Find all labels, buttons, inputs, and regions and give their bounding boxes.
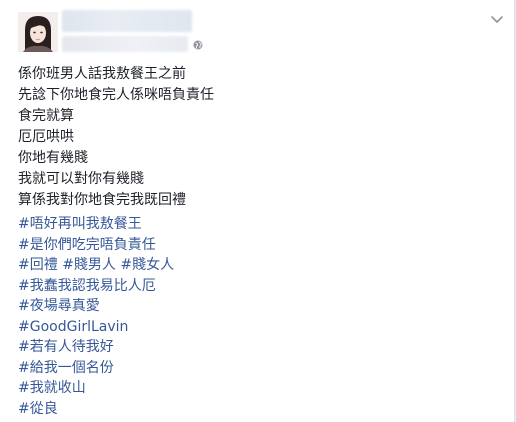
author-name-redacted (62, 10, 192, 32)
hashtag-link[interactable]: #GoodGirlLavin (18, 319, 128, 335)
globe-icon[interactable] (193, 40, 203, 50)
post-card: 係你班男人話我敖餐王之前 先諗下你地食完人係咪唔負責任 食完就算 厄厄哄哄 你地… (0, 0, 515, 422)
hashtag-line: #給我一個名份 (18, 358, 498, 379)
post-text-line: 係你班男人話我敖餐王之前 (18, 66, 186, 82)
hashtag-list: #唔好再叫我敖餐王 #是你們吃完唔負責任 #回禮 #賤男人 #賤女人 #我蠢我認… (18, 214, 498, 419)
hashtag-line: #我蠢我認我易比人厄 (18, 276, 498, 297)
post-text-line: 食完就算 (18, 108, 74, 124)
hashtag-link[interactable]: #是你們吃完唔負責任 (18, 237, 156, 253)
hashtag-line: #GoodGirlLavin (18, 317, 498, 338)
post-text-line: 厄厄哄哄 (18, 129, 74, 145)
post-body: 係你班男人話我敖餐王之前 先諗下你地食完人係咪唔負責任 食完就算 厄厄哄哄 你地… (18, 64, 498, 419)
hashtag-link[interactable]: #我就收山 (18, 380, 86, 396)
post-text-line: 我就可以對你有幾賤 (18, 171, 144, 187)
hashtag-line: #從良 (18, 399, 498, 420)
post-timestamp-redacted (62, 36, 188, 52)
hashtag-line: #唔好再叫我敖餐王 (18, 214, 498, 235)
chevron-down-icon[interactable] (491, 16, 503, 24)
hashtag-link[interactable]: #賤女人 (120, 257, 174, 273)
hashtag-link[interactable]: #夜場尋真愛 (18, 298, 100, 314)
avatar-image (18, 12, 58, 52)
hashtag-line: #夜場尋真愛 (18, 296, 498, 317)
hashtag-link[interactable]: #給我一個名份 (18, 360, 114, 376)
hashtag-link[interactable]: #回禮 (18, 257, 58, 273)
hashtag-line: #若有人待我好 (18, 337, 498, 358)
hashtag-link[interactable]: #從良 (18, 401, 58, 417)
post-text-line: 你地有幾賤 (18, 150, 88, 166)
hashtag-link[interactable]: #唔好再叫我敖餐王 (18, 216, 142, 232)
hashtag-link[interactable]: #賤男人 (62, 257, 116, 273)
hashtag-line: #回禮 #賤男人 #賤女人 (18, 255, 498, 276)
hashtag-link[interactable]: #我蠢我認我易比人厄 (18, 278, 156, 294)
hashtag-link[interactable]: #若有人待我好 (18, 339, 114, 355)
hashtag-line: #我就收山 (18, 378, 498, 399)
hashtag-line: #是你們吃完唔負責任 (18, 235, 498, 256)
post-text-line: 先諗下你地食完人係咪唔負責任 (18, 87, 214, 103)
post-text-line: 算係我對你地食完我既回禮 (18, 192, 186, 208)
avatar[interactable] (18, 12, 58, 52)
